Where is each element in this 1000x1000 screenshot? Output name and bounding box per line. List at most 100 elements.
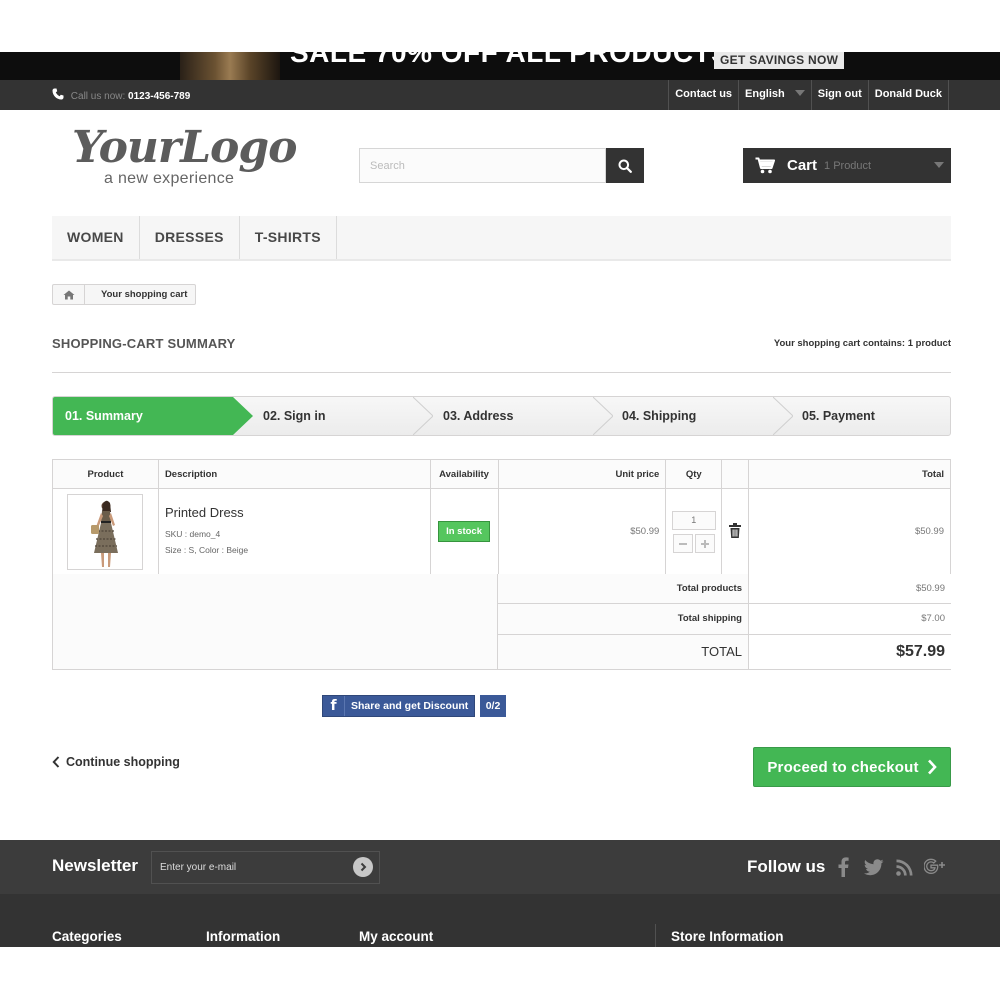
share-label: Share and get Discount (351, 700, 469, 712)
trash-icon[interactable] (729, 522, 742, 538)
chevron-down-icon (794, 90, 805, 96)
continue-shopping-label: Continue shopping (66, 755, 180, 769)
product-sku: SKU : demo_4 (164, 529, 221, 539)
phone-icon (52, 88, 64, 100)
col-header-unit-price: Unit price (497, 459, 667, 489)
footer-heading-store-information: Store Information (671, 929, 784, 944)
divider (52, 372, 951, 373)
table-row: Printed Dress SKU : demo_4 Size : S, Col… (52, 488, 951, 575)
proceed-to-checkout-button[interactable]: Proceed to checkout (753, 747, 951, 787)
share-count-badge: 0/2 (480, 695, 506, 717)
facebook-share-button[interactable]: f Share and get Discount (322, 695, 476, 717)
step-active-arrow (233, 397, 253, 435)
unit-price: $50.99 (497, 488, 667, 575)
row-total: $50.99 (748, 488, 951, 575)
cart-totals: Total products $50.99 Total shipping $7.… (52, 574, 951, 670)
search-input[interactable] (359, 148, 606, 183)
minus-icon (678, 542, 687, 545)
product-image[interactable] (67, 493, 144, 570)
contact-us-link[interactable]: Contact us (668, 80, 738, 110)
banner-model-image (180, 52, 280, 80)
twitter-icon[interactable] (861, 854, 887, 880)
call-us: Call us now: 0123-456-789 (52, 88, 190, 102)
step-separator (413, 397, 433, 435)
cart-table: Product Description Availability Unit pr… (52, 459, 951, 575)
col-header-description: Description (157, 459, 431, 489)
menu-item-dresses[interactable]: DRESSES (140, 216, 240, 259)
total-shipping-row: Total shipping $7.00 (497, 604, 951, 635)
promo-banner[interactable]: SALE 70% OFF ALL PRODUCTS GET SAVINGS NO… (0, 52, 1000, 80)
chevron-left-icon (52, 756, 60, 768)
cart-dropdown[interactable]: Cart 1 Product (743, 148, 951, 183)
search-icon (618, 159, 632, 173)
availability-cell: In stock (429, 488, 499, 575)
step-shipping[interactable]: 04. Shipping (622, 397, 696, 435)
language-select[interactable]: English (738, 80, 811, 110)
call-us-label: Call us now: (70, 91, 126, 102)
cart-contains-text: Your shopping cart contains: 1 product (773, 338, 951, 349)
col-header-qty: Qty (665, 459, 723, 489)
total-products-value: $50.99 (749, 574, 951, 603)
newsletter-email-input[interactable] (151, 851, 380, 884)
logo-tagline: a new experience (104, 170, 235, 187)
logo-wordmark: YourLogo (72, 122, 298, 173)
product-description-cell: Printed Dress SKU : demo_4 Size : S, Col… (157, 488, 431, 575)
totals-spacer (52, 574, 498, 670)
home-icon (63, 290, 74, 299)
newsletter-title: Newsletter (52, 856, 138, 875)
total-products-row: Total products $50.99 (497, 574, 951, 604)
cart-label: Cart (787, 157, 818, 174)
col-header-total: Total (748, 459, 951, 489)
cart-count: 1 Product (824, 159, 872, 172)
facebook-icon[interactable] (830, 854, 856, 880)
google-plus-icon[interactable] (922, 854, 948, 880)
grand-total-row: TOTAL $57.99 (497, 635, 951, 670)
continue-shopping-link[interactable]: Continue shopping (52, 755, 180, 769)
quantity-input[interactable]: 1 (671, 510, 716, 530)
plus-icon (700, 539, 709, 548)
rss-icon[interactable] (891, 854, 917, 880)
quantity-increase-button[interactable] (694, 533, 715, 553)
newsletter-bar: Newsletter Follow us (0, 840, 1000, 894)
breadcrumb-home[interactable] (53, 285, 85, 304)
chevron-down-icon (934, 162, 944, 168)
status-badge: In stock (438, 521, 490, 542)
step-summary[interactable]: 01. Summary (65, 397, 143, 435)
step-address[interactable]: 03. Address (443, 397, 513, 435)
language-label: English (745, 88, 785, 100)
footer-heading-information[interactable]: Information (206, 929, 280, 944)
total-shipping-value: $7.00 (749, 604, 951, 634)
footer-divider (655, 924, 656, 947)
search-button[interactable] (606, 148, 644, 183)
footer: Categories Information My account Store … (0, 894, 1000, 947)
menu-item-tshirts[interactable]: T-SHIRTS (240, 216, 337, 259)
breadcrumb-current: Your shopping cart (101, 289, 188, 300)
sign-out-link[interactable]: Sign out (810, 80, 868, 110)
product-image-cell (52, 488, 159, 575)
col-header-product: Product (52, 459, 159, 489)
account-link[interactable]: Donald Duck (867, 80, 949, 110)
footer-heading-categories[interactable]: Categories (52, 929, 122, 944)
chevron-right-icon (360, 862, 367, 872)
banner-text: SALE 70% OFF ALL PRODUCTS (290, 52, 731, 68)
follow-us-title: Follow us (747, 857, 826, 876)
total-products-label: Total products (498, 574, 749, 603)
total-shipping-label: Total shipping (498, 604, 749, 634)
step-sign-in[interactable]: 02. Sign in (263, 397, 326, 435)
menu-item-women[interactable]: WOMEN (52, 216, 140, 259)
get-savings-button[interactable]: GET SAVINGS NOW (714, 52, 845, 69)
grand-total-label: TOTAL (498, 635, 749, 669)
product-attributes[interactable]: Size : S, Color : Beige (165, 542, 430, 558)
col-header-delete (721, 459, 750, 489)
dress-model-image (91, 500, 119, 567)
quantity-decrease-button[interactable] (672, 533, 693, 553)
footer-heading-my-account[interactable]: My account (359, 929, 433, 944)
col-header-availability: Availability (429, 459, 499, 489)
site-logo[interactable]: YourLogo a new experience (72, 122, 298, 192)
product-name-link[interactable]: Printed Dress (165, 505, 430, 520)
step-payment[interactable]: 05. Payment (802, 397, 875, 435)
checkout-steps: 01. Summary 02. Sign in 03. Address 04. … (52, 396, 951, 436)
facebook-icon: f (323, 696, 345, 716)
newsletter-submit-button[interactable] (353, 857, 373, 877)
breadcrumb: Your shopping cart (52, 284, 197, 305)
